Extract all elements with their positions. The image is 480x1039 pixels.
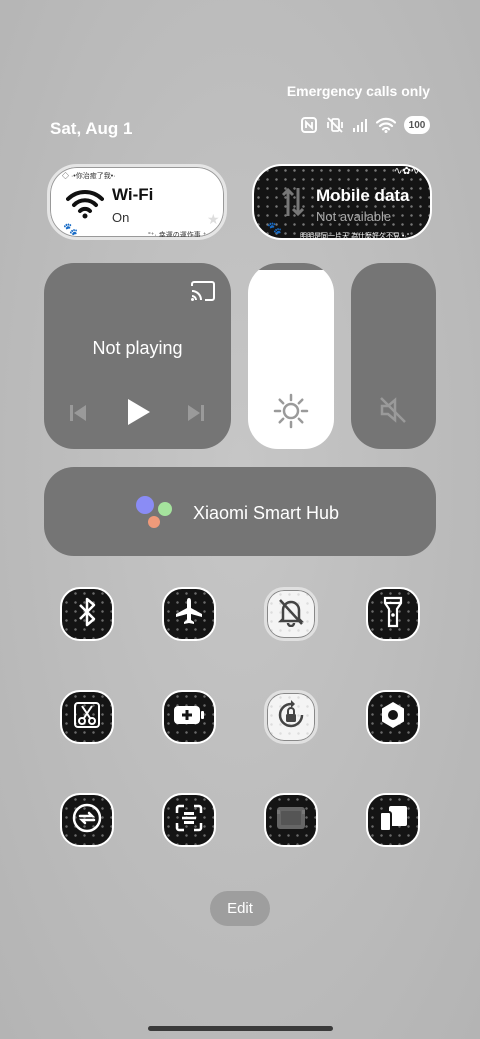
rotation-lock-icon — [275, 699, 307, 736]
battery-saver-icon — [172, 703, 206, 732]
cast-icon[interactable] — [190, 280, 216, 307]
devices-icon — [377, 803, 409, 838]
bluetooth-icon — [76, 597, 98, 632]
wifi-icon — [66, 189, 104, 224]
silent-bell-icon — [277, 597, 305, 632]
smart-hub-tile[interactable]: Xiaomi Smart Hub — [44, 467, 436, 556]
battery-indicator: 100 — [404, 116, 430, 134]
play-icon[interactable] — [126, 397, 152, 432]
home-indicator[interactable] — [148, 1026, 333, 1031]
screenshot-scissors-icon — [72, 700, 102, 735]
signal-icon — [352, 118, 368, 132]
bow-decoration-icon: ∿✿∿ — [394, 166, 420, 177]
media-player-tile[interactable]: Not playing — [44, 263, 231, 449]
screen-cast-toggle[interactable] — [264, 793, 318, 847]
previous-track-icon[interactable] — [68, 403, 88, 428]
scanner-toggle[interactable] — [162, 793, 216, 847]
sync-toggle[interactable] — [60, 793, 114, 847]
paw-icon: 🐾 — [267, 221, 282, 235]
battery-saver-toggle[interactable] — [162, 690, 216, 744]
paw-icon: 🐾 — [63, 222, 78, 236]
wifi-title: Wi-Fi — [112, 185, 154, 204]
wifi-tile-decoration-bottom: °⁺· 幸運の運作事 ⁺ — [148, 232, 207, 239]
assistant-dots-icon — [134, 495, 174, 536]
mobile-data-tile[interactable]: Mobile data Not available 🐾 ∿✿∿ 明明是同一片天 … — [252, 164, 432, 240]
smart-hub-label: Xiaomi Smart Hub — [193, 503, 340, 523]
screen-cast-icon — [275, 804, 307, 837]
silent-mode-toggle[interactable] — [264, 587, 318, 641]
vibrate-off-icon — [326, 116, 344, 134]
flashlight-toggle[interactable] — [366, 587, 420, 641]
bluetooth-toggle[interactable] — [60, 587, 114, 641]
mobile-tile-decoration-bottom: 明明是同一片天 為什麼好久不見 •·° — [300, 233, 410, 240]
wifi-status-icon — [376, 117, 396, 133]
screenshot-toggle[interactable] — [60, 690, 114, 744]
next-track-icon[interactable] — [186, 403, 206, 428]
nfc-icon — [300, 116, 318, 134]
volume-slider[interactable] — [351, 263, 436, 449]
settings-nut-icon — [378, 700, 408, 735]
edit-button[interactable]: Edit — [210, 891, 270, 926]
mobile-data-title: Mobile data — [316, 186, 410, 205]
scanner-icon — [174, 803, 204, 838]
brightness-slider[interactable] — [248, 263, 334, 449]
brightness-slider-track — [248, 263, 334, 270]
devices-toggle[interactable] — [366, 793, 420, 847]
wifi-tile-decoration-top: ◇ ·•你治癒了我•· — [62, 173, 116, 180]
flashlight-icon — [382, 596, 404, 633]
rotation-lock-toggle[interactable] — [264, 690, 318, 744]
wifi-tile[interactable]: ◇ ·•你治癒了我•· Wi-Fi On 🐾 ★ °⁺· 幸運の運作事 ⁺ — [47, 164, 227, 240]
wifi-state: On — [112, 210, 130, 225]
airplane-mode-toggle[interactable] — [162, 587, 216, 641]
status-icons: 100 — [300, 116, 430, 134]
airplane-icon — [173, 596, 205, 633]
emergency-status: Emergency calls only — [286, 83, 430, 99]
date-label: Sat, Aug 1 — [50, 119, 133, 138]
brightness-icon — [273, 393, 309, 434]
media-status: Not playing — [92, 338, 183, 358]
sync-icon — [71, 802, 103, 839]
settings-toggle[interactable] — [366, 690, 420, 744]
mobile-data-icon — [280, 186, 306, 223]
star-decoration-icon: ★ — [207, 211, 220, 227]
mute-icon — [378, 395, 408, 430]
mobile-data-state: Not available — [316, 209, 392, 224]
